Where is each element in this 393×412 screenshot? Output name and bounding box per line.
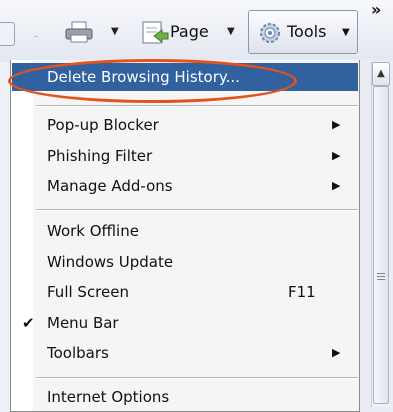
gear-icon: [260, 23, 280, 43]
menu-item-delete-browsing-history[interactable]: Delete Browsing History...: [12, 63, 358, 91]
tools-button-label: Tools: [287, 22, 327, 41]
menu-item-label: Pop-up Blocker: [47, 116, 159, 134]
menu-item-label: Full Screen: [47, 283, 129, 301]
menu-item-popup-blocker[interactable]: Pop-up Blocker ▶: [12, 111, 358, 139]
scroll-up-arrow-icon[interactable]: ▲: [372, 62, 390, 86]
submenu-arrow-icon: ▶: [332, 118, 341, 131]
page-menu-label[interactable]: Page: [170, 22, 209, 41]
submenu-arrow-icon: ▶: [332, 179, 341, 192]
toolbar-separator: -: [34, 29, 39, 43]
command-bar: - ▼ Page ▼ Tools ▼ »: [0, 0, 393, 62]
more-commands-chevron-icon[interactable]: »: [371, 0, 381, 19]
menu-separator: [36, 105, 358, 107]
menu-separator: [36, 377, 358, 379]
page-left-edge: [0, 62, 10, 412]
page-vertical-scrollbar[interactable]: ▲: [371, 62, 390, 407]
menu-item-windows-update[interactable]: Windows Update: [12, 248, 358, 276]
menu-item-shortcut: F11: [288, 283, 316, 301]
menu-item-internet-options[interactable]: Internet Options: [12, 383, 358, 411]
print-icon[interactable]: [64, 21, 98, 43]
submenu-arrow-icon: ▶: [332, 346, 341, 359]
menu-item-label: Manage Add-ons: [47, 177, 173, 195]
menu-item-label: Phishing Filter: [47, 147, 153, 165]
partial-toolbar-icon[interactable]: [0, 22, 15, 46]
menu-item-label: Menu Bar: [47, 314, 119, 332]
menu-item-full-screen[interactable]: Full Screen F11: [12, 278, 358, 306]
tools-button[interactable]: Tools ▼: [248, 10, 358, 54]
tools-dropdown-arrow-icon: ▼: [342, 27, 350, 38]
scrollbar-thumb[interactable]: [373, 86, 389, 404]
menu-item-menu-bar[interactable]: ✔ Menu Bar: [12, 309, 358, 337]
tools-dropdown-menu: Delete Browsing History... Pop-up Blocke…: [10, 60, 360, 412]
menu-item-toolbars[interactable]: Toolbars ▶: [12, 339, 358, 367]
menu-item-phishing-filter[interactable]: Phishing Filter ▶: [12, 142, 358, 170]
page-icon[interactable]: [140, 19, 170, 45]
menu-item-work-offline[interactable]: Work Offline: [12, 217, 358, 245]
checkmark-icon: ✔: [22, 314, 35, 332]
submenu-arrow-icon: ▶: [332, 149, 341, 162]
page-dropdown-arrow-icon[interactable]: ▼: [227, 26, 235, 37]
menu-item-label: Work Offline: [47, 222, 139, 240]
menu-item-label: Internet Options: [47, 388, 170, 406]
menu-item-manage-add-ons[interactable]: Manage Add-ons ▶: [12, 172, 358, 200]
menu-item-label: Windows Update: [47, 253, 174, 271]
menu-separator: [36, 209, 358, 211]
print-dropdown-arrow-icon[interactable]: ▼: [111, 26, 119, 37]
menu-item-label: Delete Browsing History...: [47, 68, 240, 86]
menu-item-label: Toolbars: [47, 344, 109, 362]
scrollbar-grip-icon: [377, 273, 385, 281]
